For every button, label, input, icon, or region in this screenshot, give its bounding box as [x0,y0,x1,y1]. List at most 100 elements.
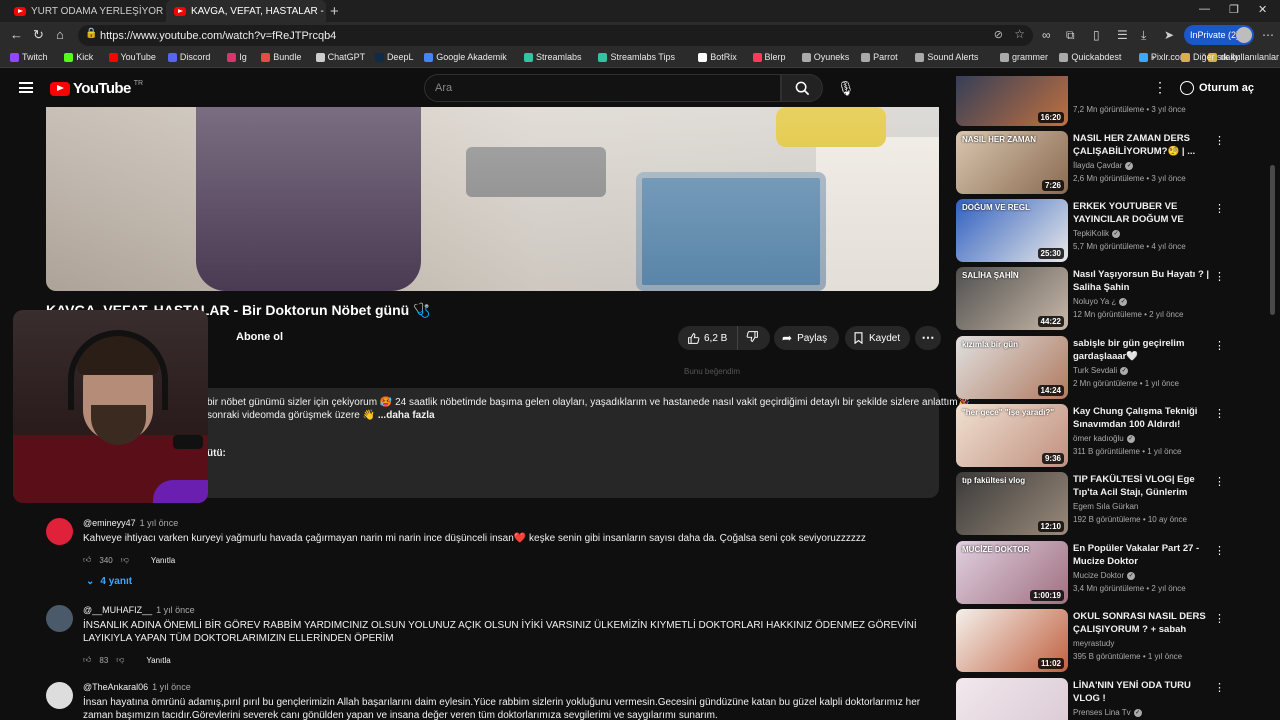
recommended-title[interactable]: sabişle bir gün geçirelim gardaşlaaar🤍 [1073,337,1211,363]
comment-time[interactable]: 1 yıl önce [140,518,179,528]
share-button[interactable]: ➦ Paylaş [774,326,839,350]
bookmark-item[interactable]: Discord [167,52,210,62]
recommended-title[interactable]: OKUL SONRASI NASIL DERS ÇALIŞIYORUM ? + … [1073,610,1211,638]
comment-time[interactable]: 1 yıl önce [152,682,191,692]
browser-tab-active[interactable]: KAVGA, VEFAT, HASTALAR - Bir D ✕ [166,0,326,22]
subscribe-button[interactable]: Abone ol [236,331,283,343]
recommended-video[interactable]: NASIL HER ZAMAN 7:26 NASIL HER ZAMAN DERS … [956,131,1271,195]
collections-icon[interactable]: ☰ [1117,28,1128,42]
microphone-icon[interactable]: 🎙 [837,80,855,97]
channel-name[interactable]: ömer kadıoğlu [1073,434,1124,443]
recommended-title[interactable]: Nasıl Yaşıyorsun Bu Hayatı ? | Saliha Şa… [1073,268,1211,294]
more-options-kebab-icon[interactable]: ⋮ [1214,339,1225,352]
inprivate-badge[interactable]: InPrivate (2) [1184,25,1254,45]
bookmark-item[interactable]: Kick [64,52,93,62]
recommended-title[interactable]: En Popüler Vakalar Part 27 - Mucize Dokt… [1073,542,1211,568]
video-thumbnail[interactable]: 16:20 [956,76,1068,126]
channel-name[interactable]: Prenses Lina Tv [1073,708,1131,717]
reload-icon[interactable]: ↻ [33,27,44,43]
avatar[interactable] [46,682,73,709]
recommended-video[interactable]: LİNA'NIN YENİ ODA TURU VLOG ! Prenses Lin… [956,678,1271,720]
more-actions-button[interactable]: ⋯ [915,326,941,350]
bookmarks-overflow-icon[interactable]: › [1152,52,1155,62]
recommended-video[interactable]: kızımla bir gün 14:24 sabişle bir gün geçi… [956,336,1271,400]
recommended-title[interactable]: ERKEK YOUTUBER VE YAYINCILAR DOĞUM VE RE… [1073,200,1211,228]
comment-dislike-icon[interactable]: 👎︎ [116,655,124,665]
recommended-title[interactable]: NASIL HER ZAMAN DERS ÇALIŞABİLİYORUM?🧐 |… [1073,132,1211,158]
reply-button[interactable]: Yanıtla [146,656,170,665]
favorite-star-icon[interactable]: ☆ [1014,27,1025,41]
more-options-kebab-icon[interactable]: ⋮ [1214,475,1225,488]
like-button[interactable]: 6,2 B [678,326,738,350]
video-thumbnail[interactable]: NASIL HER ZAMAN 7:26 [956,131,1068,194]
url-field[interactable]: 🔒 https://www.youtube.com/watch?v=fReJTP… [78,25,1033,46]
more-options-kebab-icon[interactable]: ⋮ [1214,202,1225,215]
bookmark-item[interactable]: Ig [227,52,247,62]
video-thumbnail[interactable]: "her gece" "işe yaradı?" 9:36 [956,404,1068,467]
channel-name[interactable]: Noluyo Ya ¿ [1073,297,1116,306]
restore-icon[interactable]: ❐ [1229,3,1239,16]
minimize-icon[interactable]: — [1199,3,1210,15]
save-button[interactable]: Kaydet [845,326,910,350]
other-bookmarks-folder[interactable]: Diğer sık kullanılanlar [1181,52,1279,62]
more-options-kebab-icon[interactable]: ⋮ [1214,270,1225,283]
channel-name[interactable]: Mucize Doktor [1073,571,1124,580]
video-thumbnail[interactable] [956,678,1068,720]
comment-like-icon[interactable]: 👍︎ [83,655,91,665]
scrollbar[interactable] [1270,165,1275,315]
comment-time[interactable]: 1 yıl önce [156,605,195,615]
bookmark-item[interactable]: grammer [1000,52,1048,62]
comment-dislike-icon[interactable]: 👎︎ [121,555,129,565]
comment-author[interactable]: @TheAnkaral06 [83,682,148,692]
recommended-video[interactable]: 16:20 7,2 Mn görüntüleme • 3 yıl önce [956,76,1271,126]
avatar[interactable] [46,605,73,632]
video-thumbnail[interactable]: SALİHA ŞAHİN 44:22 [956,267,1068,330]
bookmark-item[interactable]: ChatGPT [315,52,365,62]
bookmark-item[interactable]: BotRix [698,52,737,62]
bookmark-item[interactable]: Blerp [752,52,786,62]
recommended-title[interactable]: TIP FAKÜLTESİ VLOG| Ege Tıp'ta Acil Staj… [1073,473,1211,501]
search-input[interactable]: Ara [424,74,781,102]
close-window-icon[interactable]: ✕ [1258,3,1267,16]
channel-name[interactable]: Egem Sıla Gürkan [1073,502,1138,511]
recommended-video[interactable]: "her gece" "işe yaradı?" 9:36 Kay Chung Ça… [956,404,1271,468]
channel-name[interactable]: meyrastudy [1073,639,1114,648]
recommended-video[interactable]: SALİHA ŞAHİN 44:22 Nasıl Yaşıyorsun Bu Hay… [956,267,1271,331]
channel-name[interactable]: TepkiKolik [1073,229,1109,238]
more-options-kebab-icon[interactable]: ⋮ [1214,612,1225,625]
bookmark-item[interactable]: Oyuneks [801,52,849,62]
back-icon[interactable]: ← [10,27,23,42]
bookmark-item[interactable]: Twitch [10,52,48,62]
home-icon[interactable]: ⌂ [56,27,64,42]
dislike-button[interactable] [738,330,759,346]
browser-tab[interactable]: YURT ODAMA YERLEŞİYORUM | N ✕ [6,0,164,22]
more-options-kebab-icon[interactable]: ⋮ [1214,681,1225,694]
menu-hamburger-icon[interactable] [19,82,33,93]
bookmark-item[interactable]: Sound Alerts [915,52,978,62]
split-screen-icon[interactable]: ▯ [1093,28,1100,42]
channel-name[interactable]: İlayda Çavdar [1073,161,1122,170]
youtube-logo[interactable]: YouTube TR [50,80,143,97]
puzzle-icon[interactable]: ⧉ [1066,28,1075,43]
recommended-video[interactable]: MUCİZE DOKTOR 1:00:19 En Popüler Vakalar P… [956,541,1271,605]
video-thumbnail[interactable]: 11:02 [956,609,1068,672]
bookmark-item[interactable]: Bundle [261,52,301,62]
more-options-kebab-icon[interactable]: ⋮ [1214,544,1225,557]
browser-menu-icon[interactable]: ⋯ [1262,28,1274,42]
description-more-link[interactable]: ...daha fazla [378,410,435,421]
new-tab-icon[interactable]: + [330,3,339,20]
comment-author[interactable]: @__MUHAFIZ__ [83,605,152,615]
bookmark-item[interactable]: Parrot [861,52,898,62]
channel-name[interactable]: Turk Sevdali [1073,366,1117,375]
bookmark-item[interactable]: Streamlabs Tips [598,52,675,62]
comment-like-icon[interactable]: 👍︎ [83,555,91,565]
recommended-video[interactable]: tıp fakültesi vlog 12:10 TIP FAKÜLTESİ VLO… [956,472,1271,536]
video-thumbnail[interactable]: DOĞUM VE REGL 25:30 [956,199,1068,262]
download-icon[interactable]: ⤓ [1141,28,1146,43]
video-player[interactable] [46,107,939,291]
more-options-kebab-icon[interactable]: ⋮ [1214,134,1225,147]
bookmark-item[interactable]: Quickabdest [1059,52,1121,62]
view-replies-button[interactable]: ⌄ 4 yanıt [86,576,132,587]
extension-icon[interactable]: ∞ [1042,28,1051,42]
recommended-title[interactable]: Kay Chung Çalışma Tekniği Sınavımdan 100… [1073,405,1211,431]
